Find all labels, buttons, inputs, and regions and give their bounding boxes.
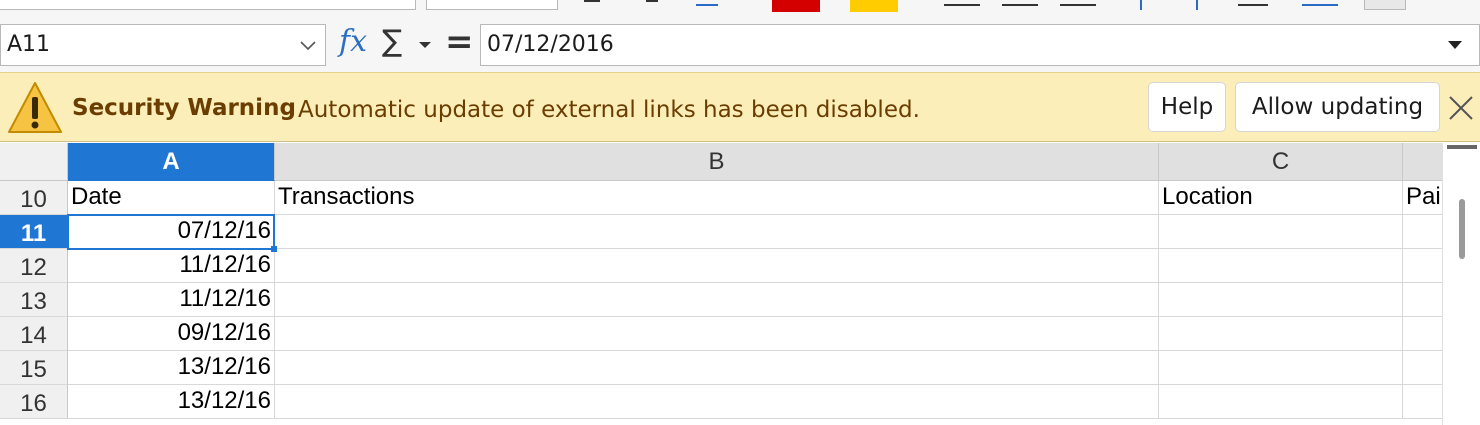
security-infobar: Security Warning Automatic update of ext… — [0, 72, 1480, 142]
allow-updating-button[interactable]: Allow updating — [1235, 82, 1440, 132]
cell-d15[interactable] — [1403, 351, 1442, 385]
function-wizard-icon[interactable]: fx — [339, 24, 367, 59]
row-header-11[interactable]: 11 — [0, 215, 68, 249]
cell-a11[interactable]: 07/12/16 — [68, 215, 275, 249]
center-vertically-icon[interactable] — [1196, 0, 1198, 10]
formula-equals-icon[interactable]: = — [445, 22, 474, 62]
cell-d13[interactable] — [1403, 283, 1442, 317]
cell-c15[interactable] — [1159, 351, 1403, 385]
scrollbar-thumb[interactable] — [1459, 199, 1465, 259]
cell-a15[interactable]: 13/12/16 — [68, 351, 275, 385]
cell-d10[interactable]: Pai — [1403, 181, 1442, 215]
cell-d16[interactable] — [1403, 385, 1442, 419]
align-bottom-icon[interactable] — [1302, 4, 1338, 6]
cell-b16[interactable] — [275, 385, 1159, 419]
wrap-text-icon[interactable] — [1238, 4, 1268, 6]
cell-d11[interactable] — [1403, 215, 1442, 249]
column-header-a[interactable]: A — [68, 143, 275, 181]
align-left-icon[interactable] — [944, 4, 980, 6]
row-header-10[interactable]: 10 — [0, 181, 68, 215]
cell-a12[interactable]: 11/12/16 — [68, 249, 275, 283]
name-box[interactable]: A11 — [0, 24, 326, 66]
cell-a13[interactable]: 11/12/16 — [68, 283, 275, 317]
cell-b10[interactable]: Transactions — [275, 181, 1159, 215]
font-name-box[interactable] — [0, 0, 416, 10]
chevron-down-icon[interactable] — [295, 31, 321, 61]
row-header-14[interactable]: 14 — [0, 317, 68, 351]
align-right-icon[interactable] — [1060, 4, 1096, 6]
expand-formula-icon[interactable] — [1445, 35, 1465, 55]
infobar-title: Security Warning — [72, 95, 296, 121]
cell-b13[interactable] — [275, 283, 1159, 317]
cell-b12[interactable] — [275, 249, 1159, 283]
italic-icon[interactable] — [646, 0, 658, 2]
cell-a10[interactable]: Date — [68, 181, 275, 215]
vertical-scrollbar[interactable] — [1442, 143, 1480, 425]
name-box-value: A11 — [7, 32, 51, 57]
sum-icon[interactable]: ∑ — [382, 24, 402, 59]
row-header-15[interactable]: 15 — [0, 351, 68, 385]
align-center-icon[interactable] — [1002, 4, 1038, 6]
row-header-12[interactable]: 12 — [0, 249, 68, 283]
column-header-b[interactable]: B — [275, 143, 1159, 181]
cell-b14[interactable] — [275, 317, 1159, 351]
highlight-color-icon[interactable] — [850, 0, 898, 12]
select-all-corner[interactable] — [0, 143, 68, 181]
spreadsheet-grid[interactable]: A B C 10 Date Transactions Location Pai … — [0, 143, 1442, 425]
sum-dropdown-icon[interactable] — [418, 30, 438, 60]
cell-a14[interactable]: 09/12/16 — [68, 317, 275, 351]
font-color-icon[interactable] — [772, 0, 820, 12]
column-header-c[interactable]: C — [1159, 143, 1403, 181]
formula-input[interactable]: 07/12/2016 — [480, 24, 1480, 66]
cell-b15[interactable] — [275, 351, 1159, 385]
toolbar — [0, 0, 1480, 18]
font-size-box[interactable] — [426, 0, 558, 10]
underline-icon[interactable] — [696, 4, 718, 6]
cell-b11[interactable] — [275, 215, 1159, 249]
cell-d12[interactable] — [1403, 249, 1442, 283]
formula-value: 07/12/2016 — [487, 32, 614, 57]
close-icon[interactable] — [1444, 91, 1478, 125]
cell-a16[interactable]: 13/12/16 — [68, 385, 275, 419]
infobar-message: Automatic update of external links has b… — [298, 97, 920, 123]
cell-c10[interactable]: Location — [1159, 181, 1403, 215]
cell-c16[interactable] — [1159, 385, 1403, 419]
scrollbar-top-edge — [1447, 145, 1477, 149]
cell-c11[interactable] — [1159, 215, 1403, 249]
borders-icon[interactable] — [1364, 0, 1406, 10]
align-top-icon[interactable] — [1140, 0, 1142, 10]
help-button[interactable]: Help — [1148, 82, 1226, 132]
row-header-16[interactable]: 16 — [0, 385, 68, 419]
formula-bar: A11 fx ∑ = 07/12/2016 — [0, 18, 1480, 72]
row-header-13[interactable]: 13 — [0, 283, 68, 317]
column-header-d[interactable] — [1403, 143, 1442, 181]
cell-d14[interactable] — [1403, 317, 1442, 351]
cell-c14[interactable] — [1159, 317, 1403, 351]
cell-c12[interactable] — [1159, 249, 1403, 283]
bold-icon[interactable] — [584, 0, 600, 2]
cell-c13[interactable] — [1159, 283, 1403, 317]
warning-icon — [8, 82, 62, 133]
